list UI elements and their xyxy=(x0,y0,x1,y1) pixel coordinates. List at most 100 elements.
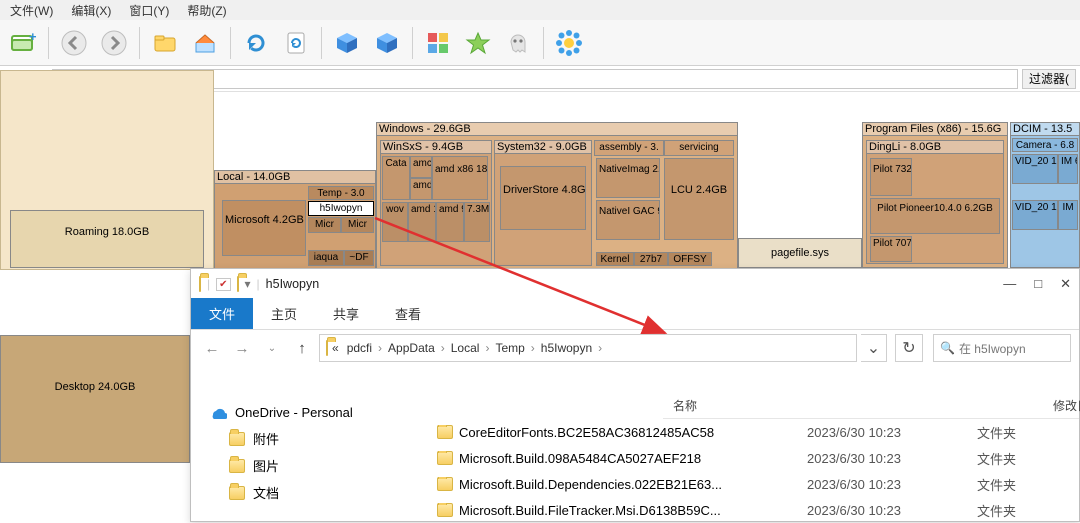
file-type: 文件夹 xyxy=(977,501,1016,520)
menubar[interactable]: 文件(W) 编辑(X) 窗口(Y) 帮助(Z) xyxy=(0,0,1080,20)
onedrive-item[interactable]: OneDrive - Personal xyxy=(203,399,415,425)
file-row[interactable]: Microsoft.Build.FileTracker.Msi.D6138B59… xyxy=(427,497,1079,523)
file-list[interactable]: CoreEditorFonts.BC2E58AC36812485AC582023… xyxy=(427,419,1079,521)
refresh-icon[interactable] xyxy=(239,26,273,60)
address-dropdown-icon[interactable]: ⌄ xyxy=(861,334,887,362)
titlebar[interactable]: | ✔ ▾ | h5Iwopyn — □ ✕ xyxy=(191,269,1079,299)
block-vid20b[interactable]: VID_20 1.3GB xyxy=(1012,200,1058,230)
block-microsoft[interactable]: Microsoft 4.2GB xyxy=(222,200,306,256)
block-amd2[interactable]: amd xyxy=(410,178,432,200)
block-servicing[interactable]: servicing xyxy=(664,140,734,156)
ghost-icon[interactable] xyxy=(501,26,535,60)
minimize-button[interactable]: — xyxy=(1003,276,1016,292)
close-button[interactable]: ✕ xyxy=(1060,276,1071,292)
file-row[interactable]: Microsoft.Build.Dependencies.022EB21E63.… xyxy=(427,471,1079,497)
block-amd194[interactable]: amd 19.4 xyxy=(408,202,436,242)
col-date[interactable]: 修改日期 xyxy=(1043,397,1080,414)
qat-folder-icon[interactable] xyxy=(237,277,239,291)
menu-help[interactable]: 帮助(Z) xyxy=(183,2,230,19)
crumb-3[interactable]: Local xyxy=(447,341,484,355)
block-pilot732[interactable]: Pilot 732.8 xyxy=(870,158,912,196)
block-iaqua[interactable]: iaqua xyxy=(308,250,344,266)
side-attach-label: 附件 xyxy=(253,429,279,448)
block-temp[interactable]: Temp - 3.0 xyxy=(308,186,374,200)
block-pilot707[interactable]: Pilot 707.9 xyxy=(870,236,912,262)
nav-pane[interactable]: OneDrive - Personal 附件 图片 文档 xyxy=(191,393,427,521)
refresh-button[interactable]: ↻ xyxy=(895,334,923,362)
block-im69[interactable]: IM 6.9 xyxy=(1058,154,1078,184)
tab-home[interactable]: 主页 xyxy=(253,298,315,329)
block-offsy[interactable]: OFFSY xyxy=(668,252,712,266)
qat-caret-icon[interactable]: ▾ xyxy=(245,277,251,291)
block-pagefile[interactable]: pagefile.sys xyxy=(738,238,862,268)
gear-flower-icon[interactable] xyxy=(552,26,586,60)
tab-view[interactable]: 查看 xyxy=(377,298,439,329)
block-amd98[interactable]: amd 9.8M xyxy=(436,202,464,242)
address-bar[interactable]: « pdcfi› AppData› Local› Temp› h5Iwopyn› xyxy=(319,334,857,362)
block-cat[interactable]: Cata xyxy=(382,156,410,200)
folder-icon xyxy=(229,432,245,446)
qat-check-icon[interactable]: ✔ xyxy=(216,278,230,291)
block-vid20a[interactable]: VID_20 1.3GB xyxy=(1012,154,1058,184)
block-amdx86[interactable]: amd x86 18.6 15.3 xyxy=(432,156,488,200)
folder-icon[interactable] xyxy=(148,26,182,60)
refresh-page-icon[interactable] xyxy=(279,26,313,60)
menu-file[interactable]: 文件(W) xyxy=(6,2,57,19)
crumb-0[interactable]: « xyxy=(328,341,343,355)
file-date: 2023/6/30 10:23 xyxy=(807,451,977,466)
block-nativeimg[interactable]: NativeImag 2.0GB xyxy=(596,158,660,198)
crumb-4[interactable]: Temp xyxy=(491,341,528,355)
file-row[interactable]: CoreEditorFonts.BC2E58AC36812485AC582023… xyxy=(427,419,1079,445)
side-pics[interactable]: 图片 xyxy=(203,452,415,479)
block-camera[interactable]: Camera - 6.8 xyxy=(1012,138,1078,152)
block-micr2[interactable]: Micr xyxy=(341,217,374,233)
star-icon[interactable] xyxy=(461,26,495,60)
back-icon[interactable] xyxy=(57,26,91,60)
cube1-icon[interactable] xyxy=(330,26,364,60)
home-icon[interactable] xyxy=(188,26,222,60)
nav-recent-icon[interactable]: ⌄ xyxy=(259,335,285,361)
block-b27[interactable]: 27b7 xyxy=(634,252,668,266)
nav-up-icon[interactable]: ↑ xyxy=(289,335,315,361)
block-driverstore[interactable]: DriverStore 4.8GB xyxy=(500,166,586,230)
tab-share[interactable]: 共享 xyxy=(315,298,377,329)
tab-file[interactable]: 文件 xyxy=(191,298,253,329)
toolbar: + xyxy=(0,20,1080,66)
qat-sep2: | xyxy=(257,277,260,291)
block-amd73[interactable]: 7.3M xyxy=(464,202,490,242)
block-kernel[interactable]: Kernel xyxy=(596,252,634,266)
maximize-button[interactable]: □ xyxy=(1034,276,1042,292)
nav-fwd-icon[interactable]: → xyxy=(229,335,255,361)
block-roaming[interactable]: Roaming 18.0GB xyxy=(10,210,204,268)
block-amd1[interactable]: amc xyxy=(410,156,432,178)
menu-edit[interactable]: 编辑(X) xyxy=(67,2,115,19)
crumb-1[interactable]: pdcfi xyxy=(343,341,376,355)
block-h5iwopyn[interactable]: h5Iwopyn xyxy=(308,201,374,216)
search-input[interactable]: 🔍 在 h5Iwopyn xyxy=(933,334,1071,362)
cube2-icon[interactable] xyxy=(370,26,404,60)
side-docs[interactable]: 文档 xyxy=(203,479,415,506)
col-name[interactable]: 名称 xyxy=(663,397,1043,414)
block-wow1[interactable]: wov xyxy=(382,202,408,242)
nav-back-icon[interactable]: ← xyxy=(199,335,225,361)
block-lcu[interactable]: LCU 2.4GB xyxy=(664,158,734,240)
column-headers[interactable]: 名称 修改日期 类型 xyxy=(663,393,1079,419)
side-attach[interactable]: 附件 xyxy=(203,425,415,452)
block-nativegac[interactable]: NativeI GAC 956.3M 82.6 xyxy=(596,200,660,240)
treemap[interactable]: Roaming 18.0GB Desktop 24.0GB Local - 14… xyxy=(0,70,1080,270)
block-assembly[interactable]: assembly - 3. xyxy=(594,140,664,156)
block-desktop[interactable]: Desktop 24.0GB xyxy=(0,335,190,463)
block-pilot104[interactable]: Pilot Pioneer10.4.0 6.2GB xyxy=(870,198,1000,234)
cubes-icon[interactable] xyxy=(421,26,455,60)
block-micr1[interactable]: Micr xyxy=(308,217,341,233)
explorer-window: | ✔ ▾ | h5Iwopyn — □ ✕ 文件 主页 共享 查看 ← → ⌄… xyxy=(190,268,1080,522)
block-imxx[interactable]: IM xyxy=(1058,200,1078,230)
crumb-2[interactable]: AppData xyxy=(384,341,439,355)
crumb-5[interactable]: h5Iwopyn xyxy=(537,341,596,355)
menu-window[interactable]: 窗口(Y) xyxy=(125,2,173,19)
block-df[interactable]: ~DF xyxy=(344,250,374,266)
open-icon[interactable]: + xyxy=(6,26,40,60)
forward-icon[interactable] xyxy=(97,26,131,60)
ribbon-tabs[interactable]: 文件 主页 共享 查看 xyxy=(191,299,1079,329)
file-row[interactable]: Microsoft.Build.098A5484CA5027AEF2182023… xyxy=(427,445,1079,471)
